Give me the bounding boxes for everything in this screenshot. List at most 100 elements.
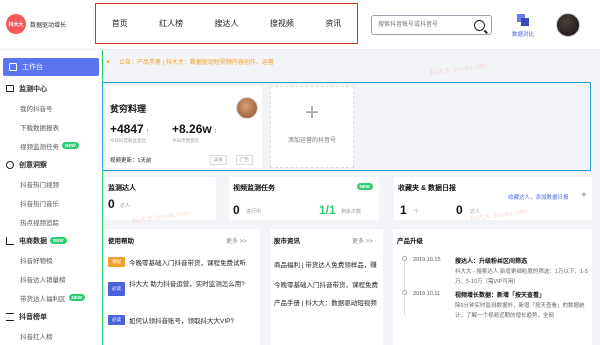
arrow-up-icon: ↑ (145, 128, 150, 135)
nav-news[interactable]: 资讯 (325, 18, 341, 29)
more-link[interactable]: 更多 >> (352, 236, 373, 245)
account-avatar (236, 97, 258, 119)
sidebar-group-monitor[interactable]: 监测中心 (0, 79, 102, 98)
sidebar-item-download-report[interactable]: 下载数据报表 (0, 117, 102, 136)
add-account-button[interactable]: + 添加运营的抖音号 (270, 86, 354, 168)
compare-label: 数据对比 (511, 32, 534, 38)
top-nav: 首页 红人榜 搜达人 搜视频 资讯 (95, 3, 358, 44)
new-badge: NEW (68, 294, 85, 301)
more-link[interactable]: 更多 >> (226, 236, 247, 245)
list-item[interactable]: 今晚零基础入门抖音带货，课程免费 (274, 279, 378, 289)
category-tag: 美食 (210, 155, 227, 165)
favorite-count: 1 (400, 203, 407, 217)
sidebar-item-label: 带货达人福利区 (20, 295, 66, 303)
cart-icon (6, 236, 14, 245)
top-header: 抖大大 数据驱动增长 首页 红人榜 搜达人 搜视频 资讯 数据对比 (0, 0, 600, 50)
sidebar-item-label: 抖音红人榜 (20, 333, 53, 341)
brand-logo[interactable]: 抖大大 (6, 14, 26, 34)
list-item[interactable]: 必读 如何认领抖音账号，领取抖大大VIP? (108, 315, 234, 325)
search-icon[interactable] (474, 20, 485, 31)
remaining-count: 1/1 (319, 203, 336, 217)
card-title: 使用帮助 (108, 238, 134, 245)
sidebar-item-influencer-rank[interactable]: 抖音红人榜 (0, 326, 102, 345)
sidebar-group-ecommerce[interactable]: 电商数据 NEW (0, 231, 102, 250)
sidebar-item-label: 抖音好物榜 (20, 257, 53, 265)
arrow-up-icon: ↑ (213, 128, 218, 135)
upgrade-date: 2019.10.11 (413, 291, 441, 297)
running-count: 0 (233, 203, 240, 217)
video-monitor-task-card[interactable]: 视频监测任务 NEW 0 进行中 1/1 剩余次数 (229, 177, 379, 220)
video-update-time: 视频更新：1天前 (110, 158, 152, 164)
upgrade-title[interactable]: 视频增长数据：新增「按天查看」 (455, 290, 545, 299)
nav-search-videos[interactable]: 搜视频 (270, 18, 294, 29)
add-daily-report-link[interactable]: 收藏达人，添加数据日报 (508, 193, 569, 201)
monitor-creators-card[interactable]: 监测达人 0 达人 (104, 177, 216, 220)
list-item-text: 今晚零基础入门抖音带货，课程免费试听 (129, 260, 246, 267)
timeline-dot (402, 256, 407, 261)
account-card[interactable]: 贫穷料理 +4847 ↑ 今日抖音粉丝变化 +8.26w ↑ 今日点赞变化 视频更新… (106, 86, 262, 168)
favorites-card[interactable]: 收藏夹 & 数据日报 收藏达人，添加数据日报 + 1 个 0 达人 (394, 177, 592, 220)
running-label: 进行中 (246, 209, 262, 215)
announcement-text[interactable]: 产品手册 | 抖大大：数据驱动短视频内容创作、运营 (137, 57, 274, 66)
sidebar-item-hot-videos[interactable]: 抖音热门视频 (0, 174, 102, 193)
nav-home[interactable]: 首页 (112, 18, 128, 29)
announcement-prefix: 公告： (119, 59, 138, 66)
account-section: 贫穷料理 +4847 ↑ 今日抖音粉丝变化 +8.26w ↑ 今日点赞变化 视频更新… (102, 82, 591, 171)
megaphone-icon: ◂ (106, 58, 110, 65)
search-input[interactable] (372, 16, 468, 34)
nav-search-creators[interactable]: 搜达人 (214, 18, 238, 29)
favorite-creator-count: 0 (456, 203, 463, 217)
card-title: 视频监测任务 (233, 185, 275, 192)
sidebar-item-hot-music[interactable]: 抖音热门音乐 (0, 193, 102, 212)
list-item-text: 抖大大 助力抖音运营，实时监测怎么用? (129, 281, 245, 288)
card-title: 收藏夹 & 数据日报 (398, 185, 456, 192)
sidebar-item-sales-rank[interactable]: 抖音达人销量榜 (0, 269, 102, 288)
timeline-dot (402, 290, 407, 295)
news-card: 股市资讯 更多 >> 商品福利 | 带货达人免费领样品，赚 今晚零基础入门抖音带… (270, 229, 383, 345)
sidebar-item-seller-welfare[interactable]: 带货达人福利区 NEW (0, 288, 102, 307)
likes-label: 今日点赞变化 (172, 138, 199, 143)
sidebar-item-trending-tracker[interactable]: 热点视频追踪 (0, 212, 102, 231)
add-icon[interactable]: + (581, 190, 587, 201)
list-item[interactable]: 必读 抖大大 助力抖音运营，实时监测怎么用? (108, 280, 256, 296)
sidebar-item-label: 抖音热门音乐 (20, 200, 59, 208)
upgrade-description: 抖大大 - 搜索达人 新增更细粒度的筛选：1万以下、1-5万、5-10万（需VI… (455, 269, 588, 285)
fans-label: 今日抖音粉丝变化 (110, 138, 146, 143)
bulb-icon (6, 160, 14, 169)
favorite-unit: 个 (414, 209, 420, 215)
sidebar-item-label: 监测中心 (19, 85, 47, 93)
sidebar-item-goods-rank[interactable]: 抖音好物榜 (0, 250, 102, 269)
upgrade-date: 2019.10.15 (413, 257, 441, 263)
search-box (371, 15, 492, 35)
remaining-label: 剩余次数 (341, 209, 362, 215)
sidebar-item-my-accounts[interactable]: 我的抖音号 (0, 98, 102, 117)
ad-tag: 广告 (236, 155, 253, 165)
sidebar-item-workbench[interactable]: 工作台 (3, 58, 99, 76)
likes-delta: +8.26w (172, 122, 212, 136)
sidebar-item-label: 下载数据报表 (20, 124, 59, 132)
user-avatar[interactable] (556, 13, 580, 37)
card-title: 产品升级 (397, 238, 423, 245)
account-name: 贫穷料理 (110, 104, 147, 114)
sidebar-item-label: 热点视频追踪 (20, 219, 59, 227)
fans-delta: +4847 (110, 122, 144, 136)
sidebar-item-label: 抖音热门视频 (20, 181, 59, 189)
sidebar-item-label: 电商数据 (19, 237, 47, 245)
list-item[interactable]: 产品手册 | 抖大大：数据驱动短视频 (274, 297, 377, 307)
upgrade-title[interactable]: 搜达人：升级粉丝区间筛选 (455, 256, 527, 265)
data-compare-button[interactable]: 数据对比 (508, 14, 538, 38)
list-item[interactable]: 商品福利 | 带货达人免费领样品，赚 (274, 259, 377, 269)
plus-icon: + (304, 99, 319, 126)
must-read-tag: 必读 (108, 315, 125, 325)
list-item[interactable]: 课程 今晚零基础入门抖音带货，课程免费试听 (108, 257, 246, 267)
monitor-icon (6, 85, 14, 92)
nav-influencer-rank[interactable]: 红人榜 (159, 18, 183, 29)
sidebar-item-video-monitor[interactable]: 视频监测任务 NEW (0, 136, 102, 155)
sidebar-group-insight[interactable]: 创意洞察 (0, 155, 102, 174)
sidebar-item-label: 我的抖音号 (20, 105, 53, 113)
product-upgrade-card: 产品升级 2019.10.15 搜达人：升级粉丝区间筛选 抖大大 - 搜索达人 … (393, 229, 592, 345)
add-account-label: 添加运营的抖音号 (287, 138, 336, 144)
course-tag: 课程 (108, 257, 125, 267)
sidebar-item-label: 视频监测任务 (20, 143, 59, 151)
sidebar-group-rankings[interactable]: 抖音榜单 (0, 307, 102, 326)
